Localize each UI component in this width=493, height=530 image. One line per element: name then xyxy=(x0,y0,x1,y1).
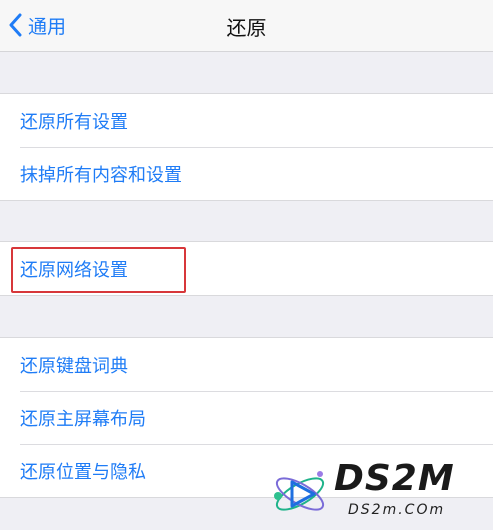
reset-home-screen-layout-cell[interactable]: 还原主屏幕布局 xyxy=(0,391,493,444)
reset-group-general: 还原所有设置 抹掉所有内容和设置 xyxy=(0,93,493,201)
reset-network-settings-cell[interactable]: 还原网络设置 xyxy=(0,242,493,295)
reset-location-privacy-cell[interactable]: 还原位置与隐私 xyxy=(0,444,493,497)
reset-all-settings-cell[interactable]: 还原所有设置 xyxy=(0,94,493,147)
erase-all-content-cell[interactable]: 抹掉所有内容和设置 xyxy=(0,147,493,200)
page-title: 还原 xyxy=(226,16,267,40)
reset-group-other: 还原键盘词典 还原主屏幕布局 还原位置与隐私 xyxy=(0,337,493,498)
reset-keyboard-dictionary-cell[interactable]: 还原键盘词典 xyxy=(0,338,493,391)
watermark-domain: DS2m.COm xyxy=(348,502,446,518)
reset-group-network: 还原网络设置 xyxy=(0,241,493,296)
navigation-bar: 通用 还原 xyxy=(0,0,493,52)
